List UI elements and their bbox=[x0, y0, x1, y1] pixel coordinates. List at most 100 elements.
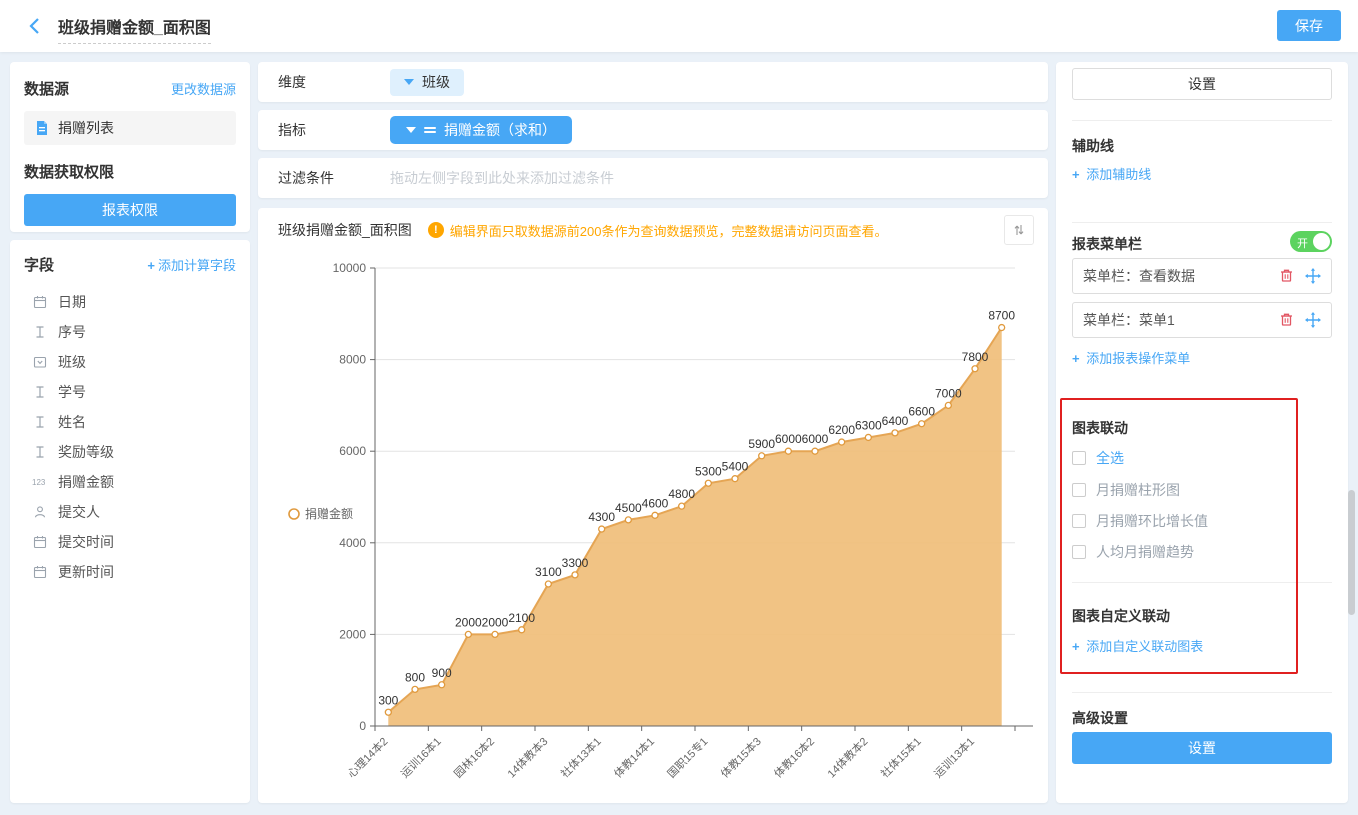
data-point-label: 6000 bbox=[775, 432, 802, 446]
area-chart[interactable]: 0200040006000800010000心理14本2运训16本1园林16本2… bbox=[258, 252, 1048, 801]
x-tick-label: 14体教本2 bbox=[824, 734, 870, 780]
data-point[interactable] bbox=[652, 512, 658, 518]
field-item[interactable]: 班级 bbox=[24, 347, 236, 377]
field-list: 日期序号班级学号姓名奖励等级 123捐赠金额提交人提交时间更新时间 bbox=[24, 287, 236, 587]
data-point[interactable] bbox=[439, 682, 445, 688]
legend-marker-icon[interactable] bbox=[289, 509, 299, 519]
field-item[interactable]: 日期 bbox=[24, 287, 236, 317]
add-calc-field-link[interactable]: +添加计算字段 bbox=[147, 255, 236, 274]
data-point[interactable] bbox=[679, 503, 685, 509]
data-point[interactable] bbox=[812, 448, 818, 454]
save-button[interactable]: 保存 bbox=[1277, 10, 1341, 41]
field-item[interactable]: 奖励等级 bbox=[24, 437, 236, 467]
menu-bar-toggle[interactable]: 开 bbox=[1290, 231, 1332, 252]
data-point[interactable] bbox=[519, 627, 525, 633]
sort-button[interactable] bbox=[1004, 215, 1034, 245]
calendar-icon bbox=[32, 564, 48, 580]
field-label: 姓名 bbox=[58, 412, 86, 432]
checkbox-icon[interactable] bbox=[1072, 514, 1086, 528]
move-icon[interactable] bbox=[1305, 312, 1321, 328]
data-point[interactable] bbox=[705, 480, 711, 486]
field-label: 奖励等级 bbox=[58, 442, 114, 462]
data-point[interactable] bbox=[732, 476, 738, 482]
report-permission-button[interactable]: 报表权限 bbox=[24, 194, 236, 226]
field-item[interactable]: 提交时间 bbox=[24, 527, 236, 557]
data-point[interactable] bbox=[625, 517, 631, 523]
field-item[interactable]: 序号 bbox=[24, 317, 236, 347]
advanced-settings-title: 高级设置 bbox=[1072, 708, 1128, 728]
linkage-option-row[interactable]: 人均月捐赠趋势 bbox=[1072, 542, 1194, 562]
checkbox-icon[interactable] bbox=[1072, 483, 1086, 497]
data-point[interactable] bbox=[492, 631, 498, 637]
menu-bar-item[interactable]: 菜单栏：查看数据 bbox=[1072, 258, 1332, 294]
linkage-option-row[interactable]: 月捐赠柱形图 bbox=[1072, 480, 1180, 500]
settings-button[interactable]: 设置 bbox=[1072, 68, 1332, 100]
legend-label[interactable]: 捐赠金额 bbox=[305, 506, 353, 521]
x-tick-label: 14体教本3 bbox=[504, 734, 550, 780]
select-all-row[interactable]: 全选 bbox=[1072, 448, 1124, 468]
move-icon[interactable] bbox=[1305, 268, 1321, 284]
dimension-pill[interactable]: 班级 bbox=[390, 69, 464, 96]
add-custom-linkage-link[interactable]: + 添加自定义联动图表 bbox=[1072, 636, 1203, 655]
field-item[interactable]: 更新时间 bbox=[24, 557, 236, 587]
metric-pill[interactable]: 捐赠金额（求和） bbox=[390, 116, 572, 144]
data-point-label: 4600 bbox=[642, 496, 669, 510]
data-point[interactable] bbox=[412, 686, 418, 692]
field-item[interactable]: 提交人 bbox=[24, 497, 236, 527]
report-builder-page: 班级捐赠金额_面积图 保存 数据源 更改数据源 捐赠列表 数据获取权限 报表权限… bbox=[0, 0, 1358, 815]
chart-header: 班级捐赠金额_面积图 ! 编辑界面只取数据源前200条作为查询数据预览，完整数据… bbox=[258, 208, 1048, 252]
x-tick-label: 体教14本1 bbox=[611, 734, 657, 780]
fields-title: 字段 bbox=[24, 254, 54, 275]
linkage-highlight-box bbox=[1060, 398, 1298, 674]
calendar-icon bbox=[32, 294, 48, 310]
x-tick-label: 运训13本1 bbox=[931, 734, 977, 780]
data-point[interactable] bbox=[839, 439, 845, 445]
data-point[interactable] bbox=[919, 421, 925, 427]
data-point[interactable] bbox=[465, 631, 471, 637]
warning-message: ! 编辑界面只取数据源前200条作为查询数据预览，完整数据请访问页面查看。 bbox=[428, 221, 1004, 240]
plus-icon: + bbox=[1072, 167, 1080, 182]
data-point[interactable] bbox=[759, 453, 765, 459]
trash-icon[interactable] bbox=[1279, 312, 1295, 328]
document-icon bbox=[34, 120, 50, 136]
menu-bar-item[interactable]: 菜单栏：菜单1 bbox=[1072, 302, 1332, 338]
linkage-option-row[interactable]: 月捐赠环比增长值 bbox=[1072, 511, 1208, 531]
checkbox-icon[interactable] bbox=[1072, 451, 1086, 465]
toggle-on-label: 开 bbox=[1297, 235, 1308, 251]
linkage-option-label: 月捐赠柱形图 bbox=[1096, 480, 1180, 500]
select-all-label: 全选 bbox=[1096, 448, 1124, 468]
data-point-label: 4300 bbox=[588, 510, 615, 524]
warning-icon: ! bbox=[428, 222, 444, 238]
filter-row[interactable]: 过滤条件 拖动左侧字段到此处来添加过滤条件 bbox=[258, 158, 1048, 198]
data-point[interactable] bbox=[785, 448, 791, 454]
back-icon[interactable] bbox=[26, 17, 44, 35]
data-point[interactable] bbox=[972, 366, 978, 372]
data-point[interactable] bbox=[892, 430, 898, 436]
data-point-label: 2100 bbox=[508, 611, 535, 625]
change-datasource-link[interactable]: 更改数据源 bbox=[171, 79, 236, 98]
data-point-label: 8700 bbox=[988, 309, 1015, 323]
field-item[interactable]: 姓名 bbox=[24, 407, 236, 437]
datasource-item[interactable]: 捐赠列表 bbox=[24, 111, 236, 145]
chevron-down-icon bbox=[404, 79, 414, 85]
checkbox-icon[interactable] bbox=[1072, 545, 1086, 559]
data-point[interactable] bbox=[545, 581, 551, 587]
add-report-menu-link[interactable]: + 添加报表操作菜单 bbox=[1072, 348, 1190, 367]
field-item[interactable]: 123捐赠金额 bbox=[24, 467, 236, 497]
advanced-settings-button[interactable]: 设置 bbox=[1072, 732, 1332, 764]
aux-line-title: 辅助线 bbox=[1072, 136, 1114, 156]
add-aux-line-link[interactable]: + 添加辅助线 bbox=[1072, 164, 1151, 183]
field-item[interactable]: 学号 bbox=[24, 377, 236, 407]
sort-icon bbox=[1012, 223, 1026, 237]
data-point[interactable] bbox=[572, 572, 578, 578]
data-point[interactable] bbox=[599, 526, 605, 532]
trash-icon[interactable] bbox=[1279, 268, 1295, 284]
x-tick-label: 体教16本2 bbox=[771, 734, 817, 780]
plus-icon: + bbox=[1072, 639, 1080, 654]
data-point[interactable] bbox=[385, 709, 391, 715]
page-scrollbar-thumb[interactable] bbox=[1348, 490, 1355, 615]
data-point[interactable] bbox=[999, 325, 1005, 331]
data-point[interactable] bbox=[945, 402, 951, 408]
permission-title: 数据获取权限 bbox=[24, 161, 236, 182]
data-point[interactable] bbox=[865, 434, 871, 440]
